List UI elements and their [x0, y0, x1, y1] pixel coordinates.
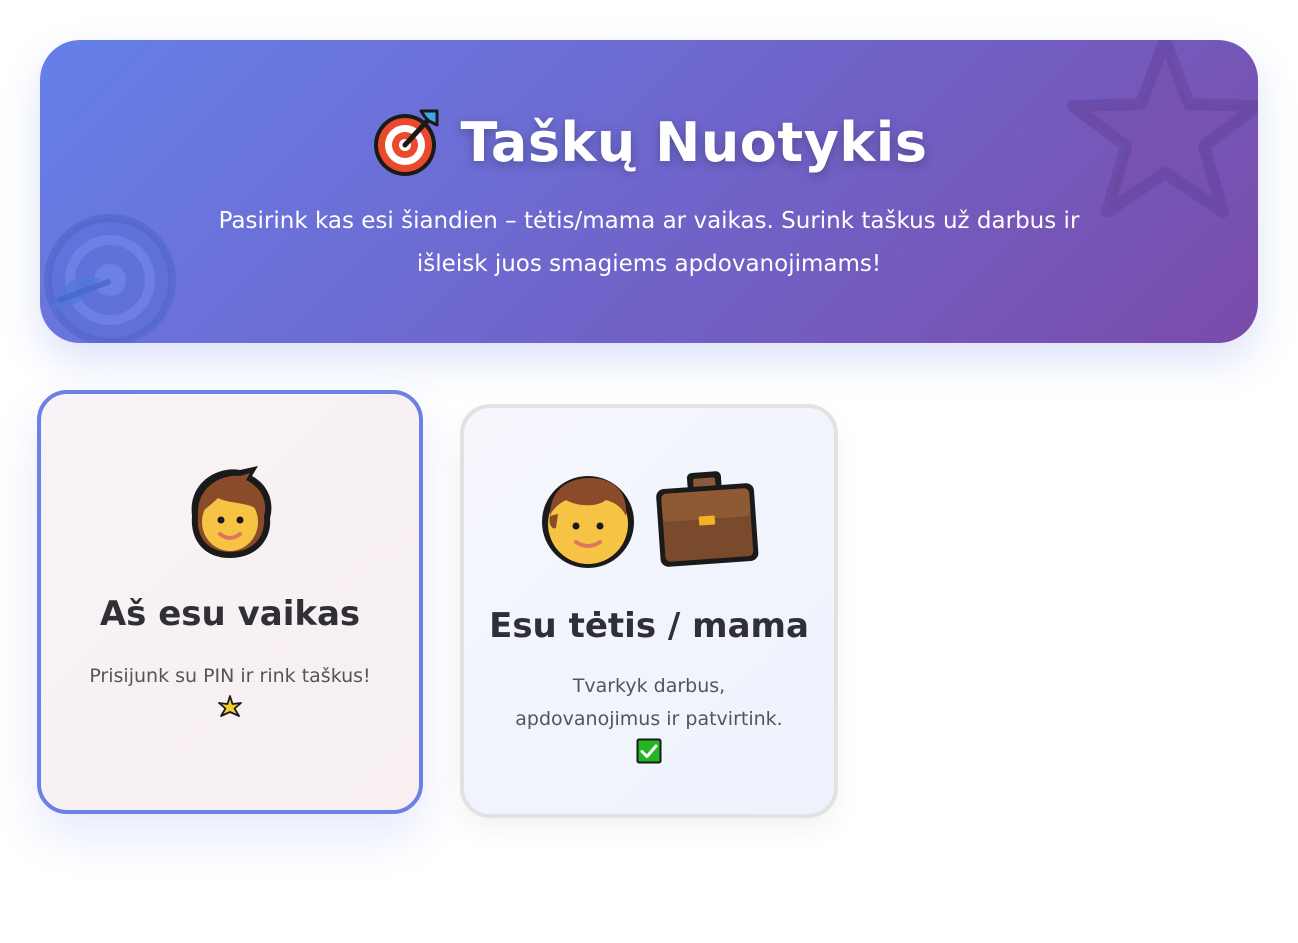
hero-subtitle: Pasirink kas esi šiandien – tėtis/mama a… — [218, 208, 1080, 277]
role-description: Tvarkyk darbus, apdovanojimus ir patvirt… — [504, 670, 794, 764]
hero-header: Taškų Nuotykis Pasirink kas esi šiandien… — [40, 40, 1258, 343]
check-mark-icon — [636, 738, 662, 764]
role-card-parent[interactable]: Esu tėtis / mama Tvarkyk darbus, apdovan… — [460, 404, 838, 818]
role-description-text: Prisijunk su PIN ir rink taškus! — [89, 665, 371, 687]
role-title: Aš esu vaikas — [99, 594, 361, 634]
adult-face-icon — [542, 476, 634, 568]
sparkle-star-icon — [218, 695, 242, 717]
child-face-icon — [191, 466, 272, 558]
role-card-child[interactable]: Aš esu vaikas Prisijunk su PIN ir rink t… — [37, 390, 423, 814]
briefcase-icon — [656, 471, 759, 567]
card-emoji-row — [464, 464, 834, 572]
target-dart-icon — [373, 109, 439, 176]
hero-title-row: Taškų Nuotykis — [40, 102, 1258, 182]
decorative-target-icon — [44, 214, 176, 343]
page-title: Taškų Nuotykis — [460, 110, 928, 174]
role-description: Prisijunk su PIN ir rink taškus! — [77, 660, 383, 721]
role-description-text: Tvarkyk darbus, apdovanojimus ir patvirt… — [515, 675, 783, 730]
card-emoji-row — [41, 460, 419, 564]
role-title: Esu tėtis / mama — [489, 606, 809, 646]
